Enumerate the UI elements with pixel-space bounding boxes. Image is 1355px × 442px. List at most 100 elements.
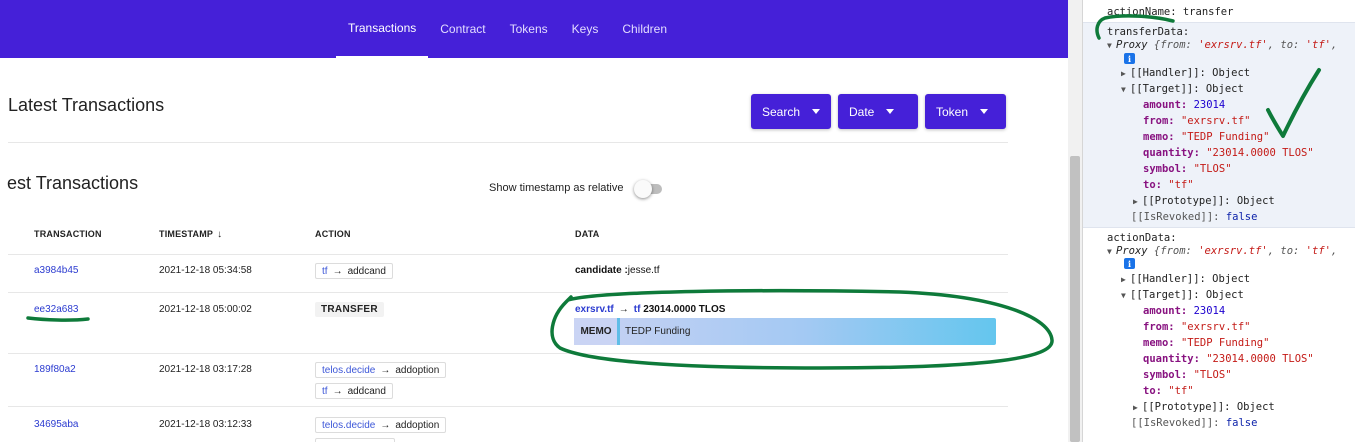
transfer-proxy-summary[interactable]: ▼ Proxy {from: 'exrsrv.tf', to: 'tf', <box>1107 38 1337 53</box>
prop-key: memo: <box>1143 337 1175 349</box>
prototype-row[interactable]: ▶ [[Prototype]]: Object <box>1133 194 1275 209</box>
prototype-row[interactable]: ▶ [[Prototype]]: Object <box>1133 400 1275 415</box>
memo-label: MEMO <box>574 318 620 345</box>
collapse-triangle-icon[interactable]: ▶ <box>1121 273 1130 287</box>
is-revoked-value: false <box>1225 211 1258 223</box>
action-name-line: actionName: transfer <box>1107 6 1234 18</box>
header-timestamp[interactable]: TIMESTAMP ↓ <box>159 229 222 240</box>
transfer-badge: TRANSFER <box>315 302 384 317</box>
prop-key: symbol: <box>1143 163 1188 175</box>
expand-triangle-icon[interactable]: ▼ <box>1121 83 1130 97</box>
tab-children[interactable]: Children <box>610 0 679 58</box>
prop-key: quantity: <box>1143 353 1200 365</box>
token-filter-button[interactable]: Token <box>925 94 1006 129</box>
action-account[interactable]: telos.decide <box>322 365 375 376</box>
handler-row[interactable]: ▶ [[Handler]]: Object <box>1121 272 1250 287</box>
action-account[interactable]: telos.decide <box>322 420 375 431</box>
is-revoked-value: false <box>1225 417 1258 429</box>
sort-down-icon[interactable]: ↓ <box>217 229 222 240</box>
row-timestamp: 2021-12-18 03:17:28 <box>159 364 252 375</box>
collapse-triangle-icon[interactable]: ▶ <box>1133 401 1142 415</box>
timestamp-relative-toggle[interactable] <box>634 180 664 198</box>
target-row[interactable]: ▼ [[Target]]: Object <box>1121 288 1244 303</box>
underline-annotation <box>26 316 90 322</box>
handler-text: [[Handler]]: Object <box>1130 273 1251 285</box>
prop-row: amount: 23014 <box>1143 304 1225 318</box>
prototype-text: [[Prototype]]: Object <box>1142 195 1275 207</box>
collapse-triangle-icon[interactable]: ▶ <box>1133 195 1142 209</box>
prop-value: "23014.0000 TLOS" <box>1206 147 1314 159</box>
transfer-to-link[interactable]: tf <box>634 304 641 315</box>
action-account[interactable]: tf <box>322 266 328 277</box>
explorer-page: Transactions Contract Tokens Keys Childr… <box>0 0 1068 442</box>
prop-key: amount: <box>1143 305 1188 317</box>
transaction-link[interactable]: ee32a683 <box>34 304 79 315</box>
date-filter-button[interactable]: Date <box>838 94 918 129</box>
nav-tabs: Transactions Contract Tokens Keys Childr… <box>336 0 679 58</box>
action-chip[interactable] <box>315 438 395 442</box>
page-scrollbar[interactable] <box>1068 0 1082 442</box>
search-filter-label: Search <box>762 104 801 119</box>
tab-transactions[interactable]: Transactions <box>336 0 429 58</box>
transaction-link[interactable]: a3984b45 <box>34 265 79 276</box>
prop-row: quantity: "23014.0000 TLOS" <box>1143 352 1314 366</box>
transaction-link[interactable]: 189f80a2 <box>34 364 76 375</box>
action-chip[interactable]: telos.decide → addoption <box>315 417 447 433</box>
toggle-knob <box>634 180 652 198</box>
row-data: candidate :jesse.tf <box>575 265 659 276</box>
token-filter-label: Token <box>936 104 969 119</box>
tab-keys[interactable]: Keys <box>560 0 611 58</box>
prop-value: "tf" <box>1168 385 1194 397</box>
top-nav-bar: Transactions Contract Tokens Keys Childr… <box>0 0 1068 58</box>
proxy-preview-text: , <box>1330 245 1338 257</box>
is-revoked-key: [[IsRevoked]]: <box>1131 417 1220 429</box>
header-action: ACTION <box>315 229 351 239</box>
action-chip[interactable]: tf → addcand <box>315 263 393 279</box>
info-icon[interactable]: i <box>1124 53 1135 64</box>
transaction-link[interactable]: 34695aba <box>34 419 79 430</box>
action-account[interactable]: tf <box>322 386 328 397</box>
expand-triangle-icon[interactable]: ▼ <box>1121 289 1130 303</box>
handler-text: [[Handler]]: Object <box>1130 67 1251 79</box>
prop-row: memo: "TEDP Funding" <box>1143 336 1269 350</box>
search-filter-button[interactable]: Search <box>751 94 831 129</box>
info-icon[interactable]: i <box>1124 258 1135 269</box>
prop-value: 23014 <box>1193 305 1226 317</box>
proxy-preview-from: 'exrsrv.tf' <box>1198 245 1268 257</box>
expand-triangle-icon[interactable]: ▼ <box>1107 39 1116 53</box>
table-header-divider <box>8 254 1008 255</box>
prop-key: to: <box>1143 179 1162 191</box>
memo-value: TEDP Funding <box>625 326 691 337</box>
proxy-preview-text: , to: <box>1267 245 1306 257</box>
transfer-from-link[interactable]: exrsrv.tf <box>575 304 614 315</box>
prop-key: memo: <box>1143 131 1175 143</box>
data-key: candidate : <box>575 265 628 276</box>
scroll-thumb[interactable] <box>1070 156 1080 442</box>
action-proxy-summary[interactable]: ▼ Proxy {from: 'exrsrv.tf', to: 'tf', <box>1107 244 1337 259</box>
collapse-triangle-icon[interactable]: ▶ <box>1121 67 1130 81</box>
action-chip[interactable]: telos.decide → addoption <box>315 362 447 378</box>
action-name: addcand <box>347 265 386 277</box>
prop-row: memo: "TEDP Funding" <box>1143 130 1269 144</box>
tab-contract[interactable]: Contract <box>428 0 497 58</box>
data-value: jesse.tf <box>627 265 660 276</box>
tab-tokens[interactable]: Tokens <box>498 0 560 58</box>
app-root: Transactions Contract Tokens Keys Childr… <box>0 0 1355 442</box>
prop-value: "exrsrv.tf" <box>1180 115 1251 127</box>
proxy-preview-to: 'tf' <box>1305 39 1331 51</box>
timestamp-toggle-label: Show timestamp as relative <box>489 182 624 194</box>
transfer-quantity: 23014.0000 TLOS <box>643 304 726 315</box>
handler-row[interactable]: ▶ [[Handler]]: Object <box>1121 66 1250 81</box>
proxy-preview-text: {from: <box>1147 245 1199 257</box>
prop-row: symbol: "TLOS" <box>1143 368 1232 382</box>
prop-value: "23014.0000 TLOS" <box>1206 353 1314 365</box>
row-divider <box>8 406 1008 407</box>
action-name: addoption <box>395 419 440 431</box>
action-chip[interactable]: tf → addcand <box>315 383 393 399</box>
prop-value: "tf" <box>1168 179 1194 191</box>
expand-triangle-icon[interactable]: ▼ <box>1107 245 1116 259</box>
target-row[interactable]: ▼ [[Target]]: Object <box>1121 82 1244 97</box>
prop-key: symbol: <box>1143 369 1188 381</box>
prop-key: from: <box>1143 321 1175 333</box>
is-revoked-row: [[IsRevoked]]: false <box>1131 210 1257 224</box>
